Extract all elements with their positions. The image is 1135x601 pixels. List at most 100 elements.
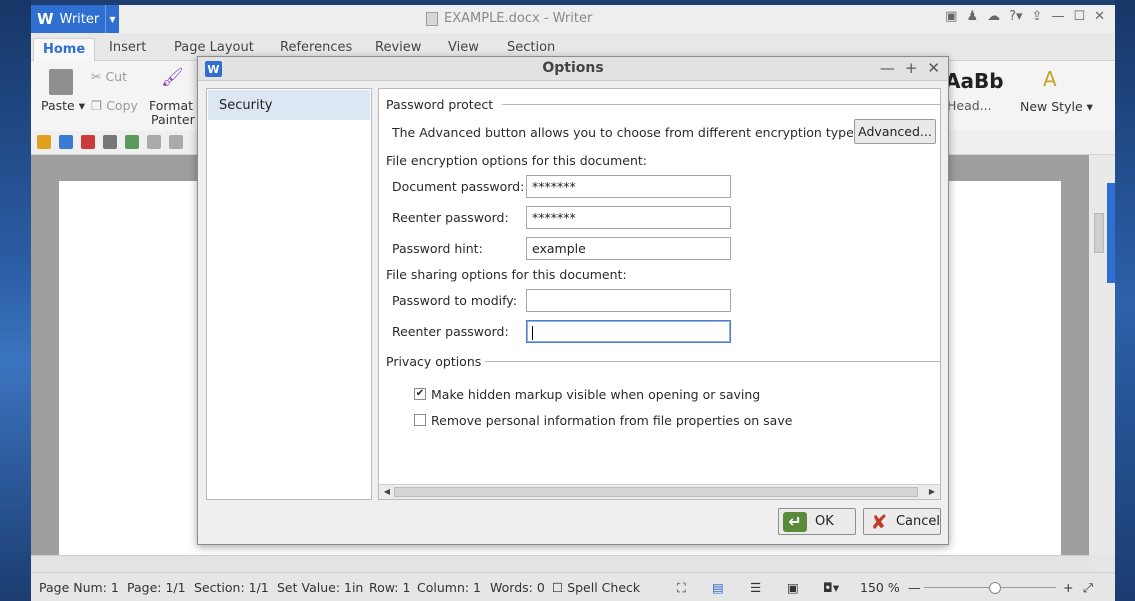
copy-button[interactable]: ❐ Copy (91, 98, 138, 113)
zoom-level[interactable]: 150 % (860, 580, 900, 595)
format-painter-label-1[interactable]: Format (149, 98, 193, 113)
reenter-password-label: Reenter password: (392, 210, 509, 225)
page-view-icon[interactable]: ▤ (712, 580, 724, 595)
panel-scroll-thumb[interactable] (394, 487, 918, 497)
copy-label: Copy (106, 98, 138, 113)
tab-home[interactable]: Home (33, 38, 96, 62)
format-painter-label-2[interactable]: Painter (151, 112, 195, 127)
status-section: Section: 1/1 (194, 580, 269, 595)
zoom-slider-thumb[interactable] (989, 582, 1001, 594)
minimize-icon[interactable]: — (1051, 9, 1064, 24)
password-hint-field[interactable]: example (526, 237, 731, 260)
markup-visible-checkbox[interactable]: ✔ (414, 388, 426, 400)
undo-icon[interactable] (147, 135, 161, 149)
scroll-right-icon[interactable]: ▶ (926, 486, 938, 498)
help-icon[interactable]: ?▾ (1009, 9, 1022, 24)
markup-visible-label[interactable]: Make hidden markup visible when opening … (431, 387, 760, 402)
tab-page-layout[interactable]: Page Layout (174, 40, 254, 55)
chevron-down-icon[interactable]: ▼ (105, 5, 119, 33)
shirt-icon[interactable]: ♟ (966, 9, 978, 24)
zoom-out-icon[interactable]: — (908, 580, 921, 595)
ok-label: OK (815, 514, 834, 529)
encryption-heading: File encryption options for this documen… (386, 153, 647, 168)
tab-view[interactable]: View (448, 40, 479, 55)
new-style-button[interactable]: New Style ▾ (1020, 99, 1093, 114)
tab-references[interactable]: References (280, 40, 352, 55)
upload-icon[interactable]: ⇪ (1032, 9, 1043, 24)
cancel-button[interactable]: ✘ Cancel (863, 508, 941, 535)
dialog-window-controls: — + ✕ (880, 59, 940, 77)
remove-personal-info-checkbox[interactable] (414, 414, 426, 426)
panel-horizontal-scrollbar[interactable]: ◀ ▶ (379, 484, 940, 499)
password-to-modify-field[interactable] (526, 289, 731, 312)
print-preview-icon[interactable] (125, 135, 139, 149)
desktop-background-left (0, 0, 31, 601)
style-preview[interactable]: AaBb (945, 69, 1004, 93)
options-dialog: W Options — + ✕ Security Password protec… (197, 56, 949, 545)
document-password-field[interactable]: ******* (526, 175, 731, 198)
security-settings-panel: Password protect The Advanced button all… (378, 88, 941, 500)
dialog-minimize-icon[interactable]: — (880, 59, 895, 77)
export-pdf-icon[interactable] (81, 135, 95, 149)
style-name[interactable]: Head... (947, 98, 992, 113)
window-tools: ▣ ♟ ☁ ?▾ ⇪ — ☐ ✕ (945, 9, 1105, 24)
privacy-heading: Privacy options (386, 354, 482, 369)
status-set-value: Set Value: 1in (277, 580, 364, 595)
tab-section[interactable]: Section (507, 40, 555, 55)
ok-arrow-icon: ↵ (783, 511, 807, 532)
side-panel-toggle[interactable] (1107, 183, 1115, 283)
new-style-icon[interactable]: A (1043, 67, 1057, 91)
status-row: Row: 1 (369, 580, 411, 595)
writer-logo-icon: W (37, 10, 54, 28)
horizontal-scrollbar[interactable] (31, 555, 1089, 572)
sharing-heading: File sharing options for this document: (386, 267, 627, 282)
skin-icon[interactable]: ▣ (945, 9, 957, 24)
dialog-title: Options (542, 60, 604, 76)
reenter-modify-password-label: Reenter password: (392, 324, 509, 339)
nav-item-security[interactable]: Security (208, 90, 370, 120)
section-divider (485, 361, 940, 362)
open-icon[interactable] (37, 135, 51, 149)
format-painter-icon[interactable]: 🖌 (161, 67, 184, 88)
desktop-background-right (1115, 0, 1135, 601)
tab-insert[interactable]: Insert (109, 40, 146, 55)
dialog-close-icon[interactable]: ✕ (927, 59, 940, 77)
password-protect-heading: Password protect (386, 97, 494, 112)
reenter-modify-password-field[interactable] (526, 320, 731, 343)
status-bar: Page Num: 1 Page: 1/1 Section: 1/1 Set V… (31, 572, 1115, 601)
chat-icon[interactable]: ☁ (987, 9, 1000, 24)
web-view-icon[interactable]: ▣ (787, 580, 799, 595)
title-bar: W Writer ▼ EXAMPLE.docx - Writer ▣ ♟ ☁ ?… (31, 5, 1115, 33)
reading-mode-icon[interactable]: ◘▾ (823, 580, 839, 595)
tab-review[interactable]: Review (375, 40, 421, 55)
advanced-button[interactable]: Advanced... (854, 119, 936, 144)
close-icon[interactable]: ✕ (1094, 9, 1105, 24)
status-page: Page: 1/1 (127, 580, 186, 595)
cut-button[interactable]: ✂ Cut (91, 69, 127, 84)
zoom-in-icon[interactable]: + (1063, 580, 1073, 595)
vertical-scroll-thumb[interactable] (1094, 213, 1104, 253)
text-caret (532, 325, 533, 340)
scroll-left-icon[interactable]: ◀ (381, 486, 393, 498)
reenter-password-field[interactable]: ******* (526, 206, 731, 229)
paste-button[interactable]: Paste ▾ (41, 98, 85, 113)
password-to-modify-label: Password to modify: (392, 293, 517, 308)
fit-window-icon[interactable]: ⤢ (1083, 580, 1093, 596)
options-category-list: Security (206, 88, 372, 500)
cancel-x-icon: ✘ (870, 509, 888, 534)
app-name: Writer (59, 11, 100, 27)
dialog-maximize-icon[interactable]: + (905, 59, 918, 77)
document-password-label: Document password: (392, 179, 525, 194)
status-words: Words: 0 (490, 580, 545, 595)
remove-personal-info-label[interactable]: Remove personal information from file pr… (431, 413, 792, 428)
paste-icon[interactable] (49, 69, 73, 95)
app-menu-button[interactable]: W Writer ▼ (31, 5, 119, 33)
focus-mode-icon[interactable]: ⛶ (677, 580, 686, 596)
ok-button[interactable]: ↵ OK (778, 508, 856, 535)
save-icon[interactable] (59, 135, 73, 149)
redo-icon[interactable] (169, 135, 183, 149)
outline-view-icon[interactable]: ☰ (750, 580, 761, 595)
maximize-icon[interactable]: ☐ (1073, 9, 1085, 24)
print-icon[interactable] (103, 135, 117, 149)
spell-check-toggle[interactable]: ☐ Spell Check (552, 580, 640, 595)
